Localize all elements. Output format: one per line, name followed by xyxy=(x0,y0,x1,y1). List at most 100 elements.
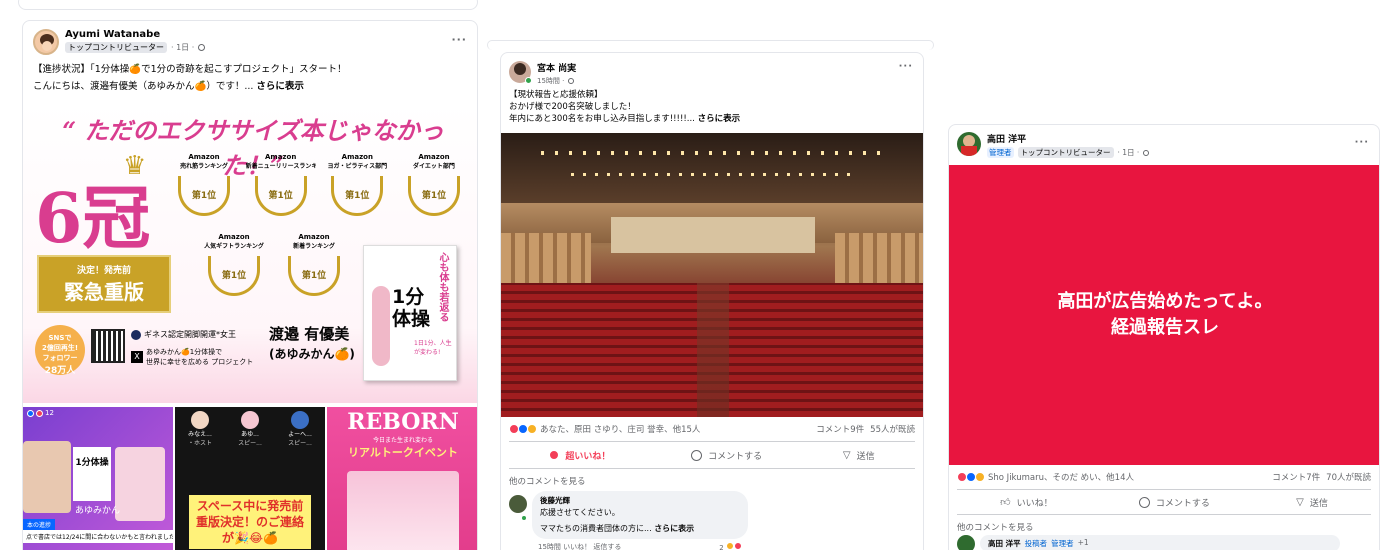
seen-count[interactable]: 55人が既読 xyxy=(870,423,915,435)
event-title: REBORN xyxy=(347,409,459,435)
banner-author-name: 渡邉 有優美 xyxy=(269,325,350,343)
award-rank: 第1位 xyxy=(345,191,370,201)
view-more-comments[interactable]: 他のコメントを見る xyxy=(501,469,923,491)
award-category: 人気ギフトランキング xyxy=(204,243,264,250)
thumb-book-title: 1分体操 xyxy=(75,458,109,468)
more-badges: +1 xyxy=(1077,538,1089,547)
award-store: Amazon xyxy=(218,233,250,241)
comment-text: 応援させてください。 xyxy=(540,508,620,517)
post-time[interactable]: · 1日 · xyxy=(171,42,194,53)
reprint-box: 決定！発売前 緊急重版 xyxy=(37,255,171,313)
post-header: Ayumi Watanabe トップコントリビューター · 1日 · ··· xyxy=(23,21,477,61)
photo-thumb[interactable]: REBORN 今日また生まれ変わる リアルトークイベント xyxy=(327,407,477,550)
care-reaction-icon xyxy=(527,424,537,434)
more-options-button[interactable]: ··· xyxy=(899,61,913,72)
photo-thumb[interactable]: 12 1分体操 あゆみかん 本の進捗 点で書店では12/24に間に合わないかもと… xyxy=(23,407,173,550)
comment-reactions[interactable]: 2 xyxy=(719,542,742,550)
thumb-person-right xyxy=(115,447,165,521)
reaction-summary: あなた、原田 さゆり、庄司 誉幸、他15人 コメント9件 55人が既読 xyxy=(501,417,923,441)
love-button[interactable]: 超いいね！ xyxy=(549,449,610,462)
thumbs-up-icon: 👍︎ xyxy=(1000,497,1011,508)
more-options-button[interactable]: ··· xyxy=(451,33,467,46)
theater-aisle xyxy=(697,283,729,417)
x-logo-icon: X xyxy=(131,351,143,363)
send-button-label: 送信 xyxy=(856,451,875,462)
comment-button[interactable]: コメントする xyxy=(691,449,762,462)
reaction-summary: Sho Jikumaru、そのだ めい、他14人 コメント7件 70人が既読 xyxy=(949,465,1379,489)
thumb-person-left xyxy=(23,441,71,513)
send-button[interactable]: ▽ 送信 xyxy=(843,449,875,462)
post-time[interactable]: 15時間 · xyxy=(537,76,564,86)
text-background-post[interactable]: 高田が広告始めたってよ。 経過報告スレ xyxy=(949,165,1379,465)
send-button[interactable]: ▽ 送信 xyxy=(1296,496,1328,509)
love-button-label: 超いいね！ xyxy=(565,451,611,462)
top-contributor-badge: トップコントリビューター xyxy=(65,42,167,53)
laurel-icon: 第1位 xyxy=(254,176,307,216)
like-reaction-icon xyxy=(27,409,34,417)
comment-button-label: コメントする xyxy=(708,451,763,462)
avatar[interactable] xyxy=(957,535,975,550)
guinness-icon xyxy=(131,329,141,340)
globe-icon xyxy=(568,78,575,84)
comment-icon xyxy=(1138,496,1150,508)
online-status-dot xyxy=(521,515,527,521)
laurel-icon: 第1位 xyxy=(288,256,340,296)
laurel-icon: 第1位 xyxy=(407,176,460,216)
comment-icon xyxy=(691,449,703,461)
book-tagline: 心も体も若返る xyxy=(437,252,448,322)
banner-text-line: 経過報告スレ xyxy=(1111,317,1219,338)
laurel-icon: 第1位 xyxy=(178,176,230,216)
author-name[interactable]: Ayumi Watanabe xyxy=(65,29,205,40)
promo-banner-image[interactable]: “ ただのエクササイズ本じゃなかった！” ♛ 6冠 Amazon 売れ筋ランキン… xyxy=(23,103,477,403)
avatar xyxy=(191,411,209,429)
see-more-link[interactable]: さらに表示 xyxy=(698,114,741,124)
theater-stage-back xyxy=(611,217,815,253)
post-card-miyamoto: 宮本 尚実 15時間 · ··· 【現状報告と応援依頼】 おかげ様で200名突破… xyxy=(500,52,924,550)
action-bar: 超いいね！ コメントする ▽ 送信 xyxy=(509,441,915,469)
photo-grid: 12 1分体操 あゆみかん 本の進捗 点で書店では12/24に間に合わないかもと… xyxy=(23,403,477,550)
love-reaction-icon xyxy=(549,450,560,460)
seen-count[interactable]: 70人が既読 xyxy=(1326,471,1371,483)
comment-meta[interactable]: 15時間 いいね！ 返信する xyxy=(538,542,621,550)
view-more-comments[interactable]: 他のコメントを見る xyxy=(949,515,1379,535)
book-title: 1分体操 xyxy=(392,286,431,330)
like-button-label: いいね！ xyxy=(1016,498,1053,509)
event-subtitle: 今日また生まれ変わる xyxy=(372,437,433,444)
comment-count[interactable]: コメント7件 xyxy=(1272,471,1320,483)
sns-label: SNSで xyxy=(48,334,72,342)
avatar[interactable] xyxy=(957,132,981,156)
comment-count[interactable]: コメント9件 xyxy=(816,423,864,435)
post-time[interactable]: · 1日 · xyxy=(1118,147,1140,158)
comment-author[interactable]: 高田 洋平 xyxy=(988,538,1021,549)
post-text-line: こんにちは、渡邉有優美（あゆみかん🍊）です！... xyxy=(33,81,254,92)
comment-button[interactable]: コメントする xyxy=(1138,496,1210,509)
guinness-text: ギネス認定開脚開運*女王 xyxy=(144,330,236,339)
author-name[interactable]: 宮本 尚実 xyxy=(537,61,576,74)
thumb-reaction-count: 12 xyxy=(45,409,54,417)
top-contributor-badge: トップコントリビューター xyxy=(1017,147,1114,158)
author-badge: 投稿者 xyxy=(1024,539,1048,548)
more-options-button[interactable]: ··· xyxy=(1355,137,1369,148)
comment-meta-row: 15時間 いいね！ 返信する 2 xyxy=(532,539,748,550)
like-button[interactable]: 👍︎ いいね！ xyxy=(1000,496,1052,509)
comment-bubble: 高田 洋平 投稿者 管理者 +1 xyxy=(980,535,1340,550)
see-more-link[interactable]: さらに表示 xyxy=(654,524,694,533)
reactors-text[interactable]: あなた、原田 さゆり、庄司 誉幸、他15人 xyxy=(540,423,700,435)
theater-photo[interactable] xyxy=(501,133,923,417)
book-subtitle: 1日1分、人生が変わる! xyxy=(414,340,452,356)
send-icon: ▽ xyxy=(842,449,851,461)
comment: 後藤光輝 応援させてください。 ママたちの消費者団体の方に... さらに表示 1… xyxy=(501,491,923,550)
photo-thumb[interactable]: みなえ... ・ホスト あゆ... スピー... よーへ... スピー... ス… xyxy=(175,407,325,550)
speaker-role: スピー... xyxy=(238,440,262,447)
post-header: 宮本 尚実 15時間 · ··· xyxy=(501,53,923,87)
post-text-line: 年内にあと300名をお申し込み目指します!!!!!... xyxy=(509,114,695,124)
see-more-link[interactable]: さらに表示 xyxy=(256,81,304,92)
avatar[interactable] xyxy=(33,29,59,55)
author-name[interactable]: 高田 洋平 xyxy=(987,132,1149,145)
award-store: Amazon xyxy=(418,153,450,161)
award-badge: Amazon 人気ギフトランキング 第1位 xyxy=(199,233,269,313)
comment-author[interactable]: 後藤光輝 xyxy=(540,495,738,507)
reactors-text[interactable]: Sho Jikumaru、そのだ めい、他14人 xyxy=(988,471,1134,483)
award-rank: 第1位 xyxy=(301,271,327,281)
avatar[interactable] xyxy=(509,495,527,513)
